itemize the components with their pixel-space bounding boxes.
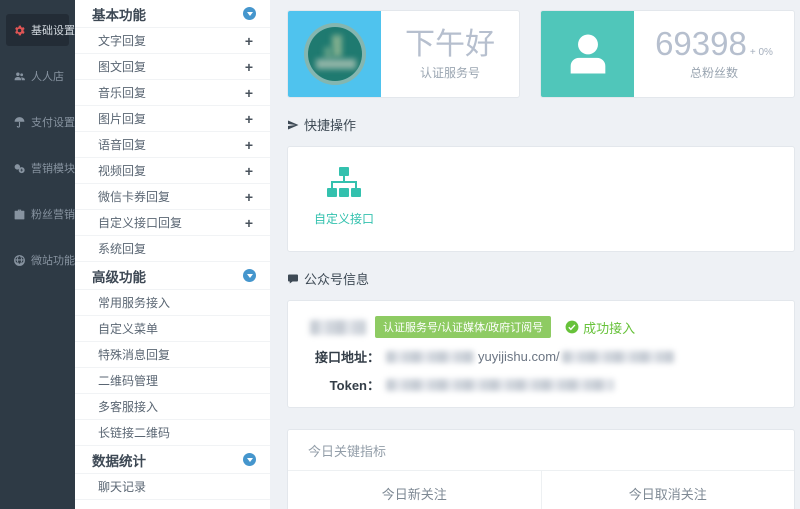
menu-item-longlink-qrcode[interactable]: 长链接二维码	[75, 420, 270, 446]
sidebar-item-label: 人人店	[31, 68, 64, 84]
plus-icon[interactable]: +	[245, 138, 253, 152]
plane-icon	[287, 119, 299, 131]
menu-item-image-reply[interactable]: 图片回复 +	[75, 106, 270, 132]
account-info-header: 公众号信息	[287, 269, 795, 288]
quick-actions-card: 自定义接口	[287, 146, 795, 252]
plus-icon[interactable]: +	[245, 86, 253, 100]
menu-item-chat-history[interactable]: 聊天记录	[75, 474, 270, 500]
fans-card: 69398+ 0% 总粉丝数	[540, 10, 795, 98]
api-url-label: 接口地址：	[298, 347, 380, 366]
menu-item-custom-api-reply[interactable]: 自定义接口回复 +	[75, 210, 270, 236]
quick-action-label: 自定义接口	[314, 210, 374, 227]
menu-section-advanced-functions[interactable]: 高级功能	[75, 262, 270, 290]
account-info-card: 认证服务号/认证媒体/政府订阅号 成功接入 接口地址： yuyijishu.co…	[287, 300, 795, 408]
token-label: Token：	[298, 375, 380, 394]
menu-item-imagetext-reply[interactable]: 图文回复 +	[75, 54, 270, 80]
menu-item-wechat-card-reply[interactable]: 微信卡券回复 +	[75, 184, 270, 210]
main-content: 下午好 认证服务号 69398+ 0% 总粉丝数 快捷操作	[270, 0, 800, 509]
greeting-card: 下午好 认证服务号	[287, 10, 520, 98]
quick-actions-header: 快捷操作	[287, 115, 795, 134]
plus-icon[interactable]: +	[245, 164, 253, 178]
account-type-text: 认证服务号	[420, 64, 480, 81]
sidebar-item-basic-settings[interactable]: 基础设置	[6, 14, 69, 46]
menu-item-music-reply[interactable]: 音乐回复 +	[75, 80, 270, 106]
users-icon	[13, 70, 26, 83]
token-row: Token：	[298, 375, 780, 394]
app-window: 基础设置 人人店 支付设置 营销模块 粉丝营销	[0, 0, 800, 509]
sidebar-item-label: 微站功能	[31, 252, 75, 268]
metric-unfollowers: 今日取消关注 18	[542, 471, 795, 509]
token-redacted	[386, 379, 614, 391]
chevron-down-icon[interactable]	[243, 7, 256, 20]
sidebar-item-label: 粉丝营销	[31, 206, 75, 222]
comment-icon	[287, 273, 299, 285]
connect-status: 成功接入	[565, 318, 635, 337]
api-url-row: 接口地址： yuyijishu.com/	[298, 347, 780, 366]
greeting-text: 下午好	[405, 28, 495, 61]
menu-item-custom-menu[interactable]: 自定义菜单	[75, 316, 270, 342]
person-icon	[562, 28, 614, 80]
coins-icon	[13, 162, 26, 175]
menu-item-special-message-reply[interactable]: 特殊消息回复	[75, 342, 270, 368]
sidebar-item-fans-marketing[interactable]: 粉丝营销	[6, 198, 69, 230]
sidebar-item-label: 营销模块	[31, 160, 75, 176]
fans-label: 总粉丝数	[690, 64, 738, 81]
umbrella-icon	[13, 116, 26, 129]
menu-item-text-reply[interactable]: 文字回复 +	[75, 28, 270, 54]
avatar-tile	[288, 11, 381, 97]
sidebar-item-payment-settings[interactable]: 支付设置	[6, 106, 69, 138]
menu-item-multi-service[interactable]: 多客服接入	[75, 394, 270, 420]
api-url-redacted	[386, 351, 474, 363]
plus-icon[interactable]: +	[245, 190, 253, 204]
menu-item-common-services[interactable]: 常用服务接入	[75, 290, 270, 316]
chevron-down-icon[interactable]	[243, 453, 256, 466]
avatar	[304, 23, 366, 85]
menu-item-video-reply[interactable]: 视频回复 +	[75, 158, 270, 184]
api-domain: yuyijishu.com/	[478, 349, 560, 364]
menu-section-data-statistics[interactable]: 数据统计	[75, 446, 270, 474]
chevron-down-icon[interactable]	[243, 269, 256, 282]
account-name-redacted	[310, 320, 366, 335]
section-title: 公众号信息	[304, 269, 369, 288]
sidebar-item-label: 支付设置	[31, 114, 75, 130]
fans-count: 69398+ 0%	[655, 27, 773, 62]
plus-icon[interactable]: +	[245, 112, 253, 126]
primary-sidebar: 基础设置 人人店 支付设置 营销模块 粉丝营销	[0, 0, 75, 509]
section-title: 快捷操作	[304, 115, 356, 134]
plus-icon[interactable]: +	[245, 216, 253, 230]
secondary-menu: 基本功能 文字回复 + 图文回复 + 音乐回复 + 图片回复 + 语音回复 + …	[75, 0, 270, 509]
quick-action-custom-api[interactable]: 自定义接口	[314, 166, 374, 227]
menu-item-qrcode-management[interactable]: 二维码管理	[75, 368, 270, 394]
metric-new-followers: 今日新关注 629	[288, 471, 542, 509]
plus-icon[interactable]: +	[245, 60, 253, 74]
menu-section-basic-functions[interactable]: 基本功能	[75, 0, 270, 28]
menu-item-system-reply[interactable]: 系统回复	[75, 236, 270, 262]
metrics-title: 今日关键指标	[288, 430, 794, 471]
gear-icon	[13, 24, 26, 37]
metrics-card: 今日关键指标 今日新关注 629 今日取消关注 18	[287, 429, 795, 509]
plus-icon[interactable]: +	[245, 34, 253, 48]
account-name-row: 认证服务号/认证媒体/政府订阅号 成功接入	[298, 316, 780, 338]
api-url-redacted	[562, 351, 674, 363]
sitemap-icon	[324, 166, 364, 202]
fans-tile	[541, 11, 634, 97]
globe-icon	[13, 254, 26, 267]
briefcase-icon	[13, 208, 26, 221]
sidebar-item-renren-shop[interactable]: 人人店	[6, 60, 69, 92]
account-type-badge: 认证服务号/认证媒体/政府订阅号	[375, 316, 551, 338]
fans-delta: + 0%	[750, 47, 773, 58]
menu-item-voice-reply[interactable]: 语音回复 +	[75, 132, 270, 158]
sidebar-item-marketing-module[interactable]: 营销模块	[6, 152, 69, 184]
sidebar-item-microsite[interactable]: 微站功能	[6, 244, 69, 276]
sidebar-item-label: 基础设置	[31, 22, 75, 38]
stat-cards-row: 下午好 认证服务号 69398+ 0% 总粉丝数	[287, 10, 795, 98]
check-circle-icon	[565, 320, 579, 334]
